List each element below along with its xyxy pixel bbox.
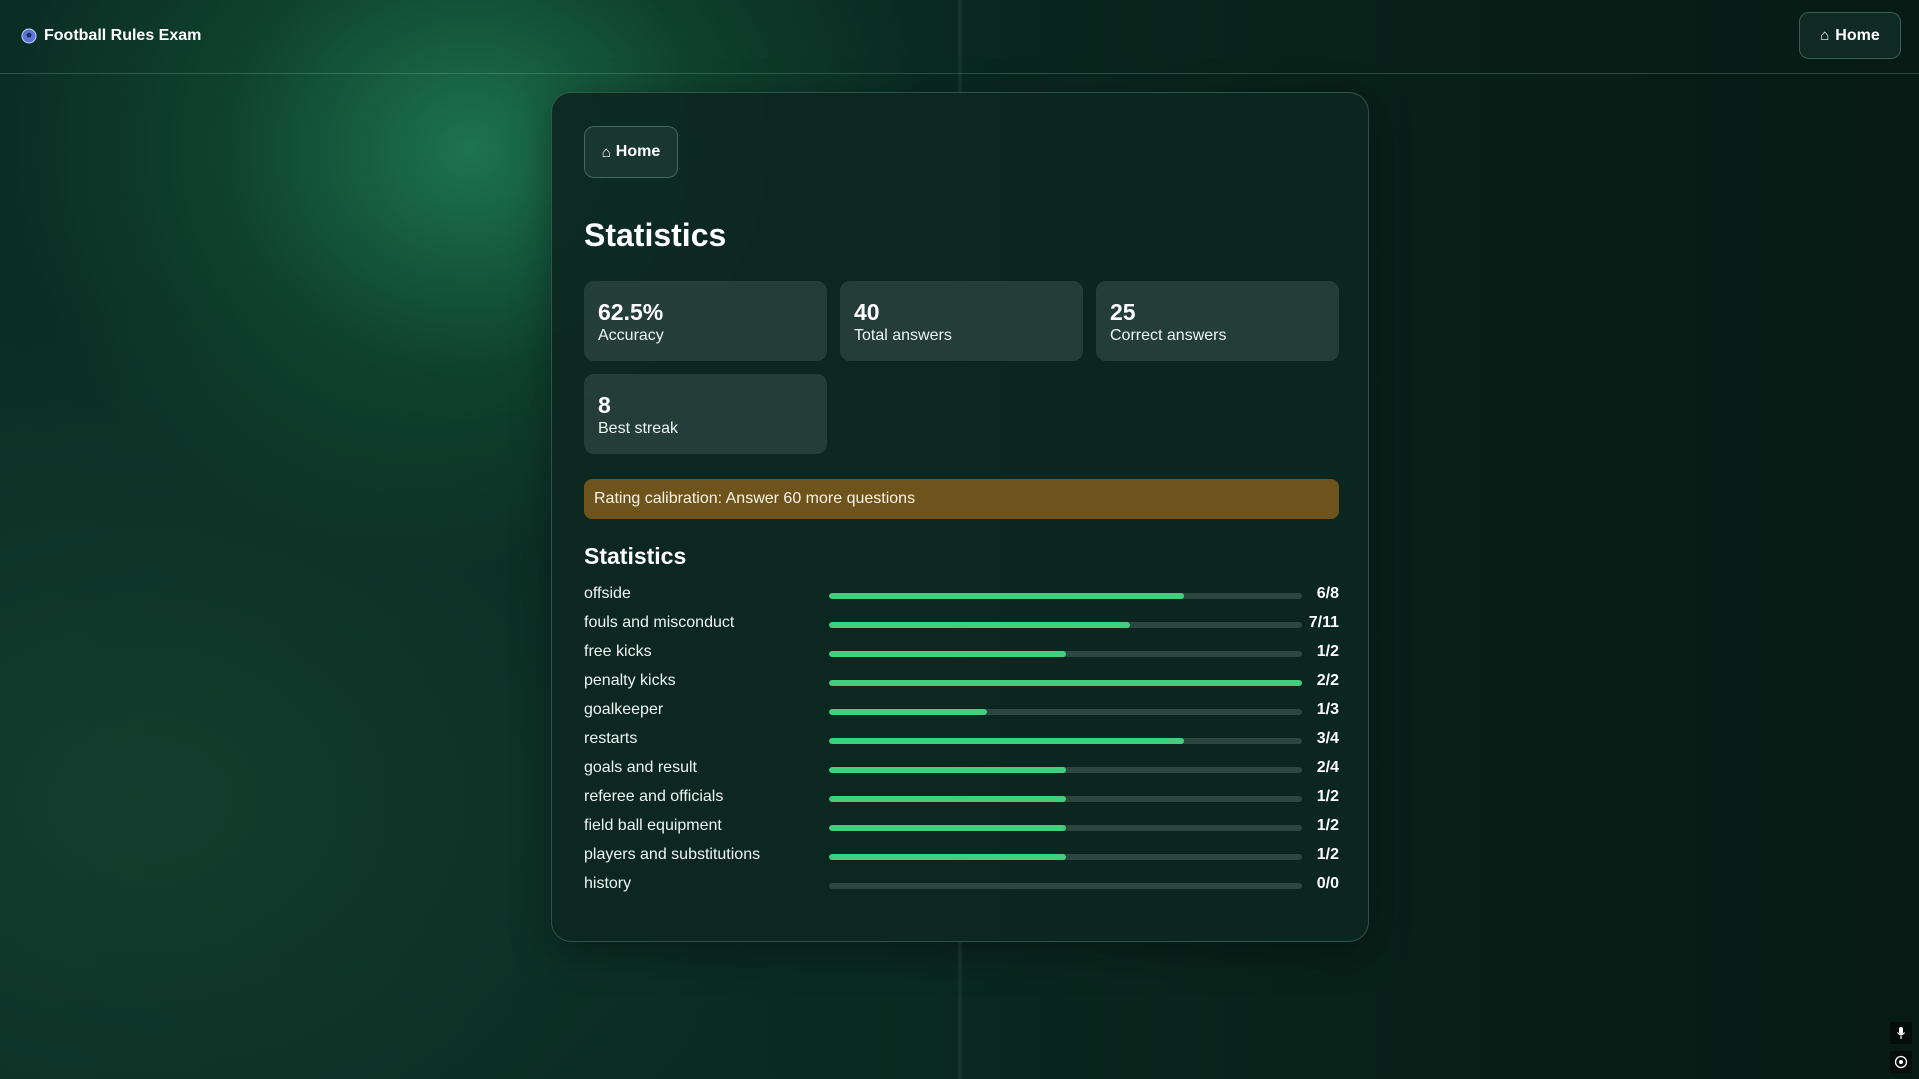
category-progress-track — [829, 767, 1302, 773]
category-progress-track — [829, 825, 1302, 831]
category-progress-fill — [829, 709, 987, 715]
category-stats-list: offside 6/8 fouls and misconduct 7/11 free k… — [584, 581, 1339, 900]
settings-button[interactable] — [1890, 1051, 1912, 1073]
statistics-card: ⌂ Home Statistics 62.5% Accuracy 40 Tota… — [551, 92, 1369, 942]
category-progress-track — [829, 709, 1302, 715]
category-count: 1/2 — [1316, 788, 1339, 805]
category-count: 6/8 — [1316, 585, 1339, 602]
category-progress-fill — [829, 825, 1066, 831]
top-home-label: Home — [1835, 26, 1880, 44]
category-label: free kicks — [584, 643, 652, 660]
category-label: referee and officials — [584, 788, 724, 805]
category-progress-track — [829, 622, 1302, 628]
category-progress-fill — [829, 651, 1066, 657]
stat-card-correct-answers: 25 Correct answers — [1096, 281, 1339, 361]
stat-label: Total answers — [854, 327, 952, 344]
app-title: Football Rules Exam — [44, 27, 202, 44]
category-count: 1/2 — [1316, 817, 1339, 834]
category-progress-track — [829, 651, 1302, 657]
stat-value: 62.5% — [598, 299, 664, 325]
category-label: players and substitutions — [584, 846, 761, 863]
category-row: referee and officials 1/2 — [584, 784, 1339, 813]
category-progress-fill — [829, 680, 1302, 686]
category-row: players and substitutions 1/2 — [584, 842, 1339, 871]
category-count: 7/11 — [1308, 614, 1339, 631]
stat-value: 25 — [1110, 299, 1136, 325]
category-progress-track — [829, 738, 1302, 744]
card-home-label: Home — [615, 143, 661, 160]
category-label: fouls and misconduct — [584, 614, 735, 631]
app-brand: Football Rules Exam — [21, 27, 201, 45]
category-progress-track — [829, 796, 1302, 802]
top-home-button[interactable]: ⌂ Home — [1799, 12, 1901, 59]
soccer-ball-icon — [21, 28, 37, 44]
category-row: penalty kicks 2/2 — [584, 668, 1339, 697]
category-progress-fill — [829, 593, 1184, 599]
category-count: 0/0 — [1316, 875, 1339, 892]
card-home-button[interactable]: ⌂ Home — [584, 126, 678, 178]
category-row: restarts 3/4 — [584, 726, 1339, 755]
category-progress-fill — [829, 796, 1066, 802]
category-label: goals and result — [584, 759, 697, 776]
category-progress-track — [829, 593, 1302, 599]
category-label: field ball equipment — [584, 817, 722, 834]
stat-label: Accuracy — [598, 327, 664, 344]
category-row: fouls and misconduct 7/11 — [584, 610, 1339, 639]
category-progress-fill — [829, 622, 1130, 628]
stat-card-total-answers: 40 Total answers — [840, 281, 1083, 361]
category-progress-track — [829, 854, 1302, 860]
page-title: Statistics — [584, 217, 727, 253]
top-bar: Football Rules Exam ⌂ Home — [0, 0, 1919, 74]
category-progress-fill — [829, 767, 1066, 773]
category-row: history 0/0 — [584, 871, 1339, 900]
category-count: 1/2 — [1316, 643, 1339, 660]
stat-value: 8 — [598, 392, 611, 418]
category-progress-fill — [829, 738, 1184, 744]
stat-label: Correct answers — [1110, 327, 1227, 344]
stat-label: Best streak — [598, 420, 679, 437]
category-count: 3/4 — [1316, 730, 1339, 747]
category-row: goalkeeper 1/3 — [584, 697, 1339, 726]
category-label: penalty kicks — [584, 672, 676, 689]
stat-card-best-streak: 8 Best streak — [584, 374, 827, 454]
category-label: goalkeeper — [584, 701, 664, 718]
category-count: 1/3 — [1316, 701, 1339, 718]
category-count: 2/2 — [1316, 672, 1339, 689]
category-progress-track — [829, 883, 1302, 889]
category-progress-track — [829, 680, 1302, 686]
microphone-button[interactable] — [1890, 1022, 1912, 1044]
home-icon: ⌂ — [1820, 27, 1830, 44]
category-row: goals and result 2/4 — [584, 755, 1339, 784]
category-label: history — [584, 875, 632, 892]
calibration-banner: Rating calibration: Answer 60 more quest… — [584, 479, 1339, 519]
category-progress-fill — [829, 854, 1066, 860]
stat-value: 40 — [854, 299, 880, 325]
category-label: offside — [584, 585, 631, 602]
category-stats-title: Statistics — [584, 543, 687, 569]
stat-card-accuracy: 62.5% Accuracy — [584, 281, 827, 361]
category-count: 1/2 — [1316, 846, 1339, 863]
category-count: 2/4 — [1316, 759, 1339, 776]
settings-icon — [1894, 1055, 1908, 1069]
category-row: offside 6/8 — [584, 581, 1339, 610]
category-label: restarts — [584, 730, 638, 747]
category-row: field ball equipment 1/2 — [584, 813, 1339, 842]
home-icon: ⌂ — [601, 143, 611, 161]
microphone-icon — [1897, 1027, 1905, 1039]
category-row: free kicks 1/2 — [584, 639, 1339, 668]
